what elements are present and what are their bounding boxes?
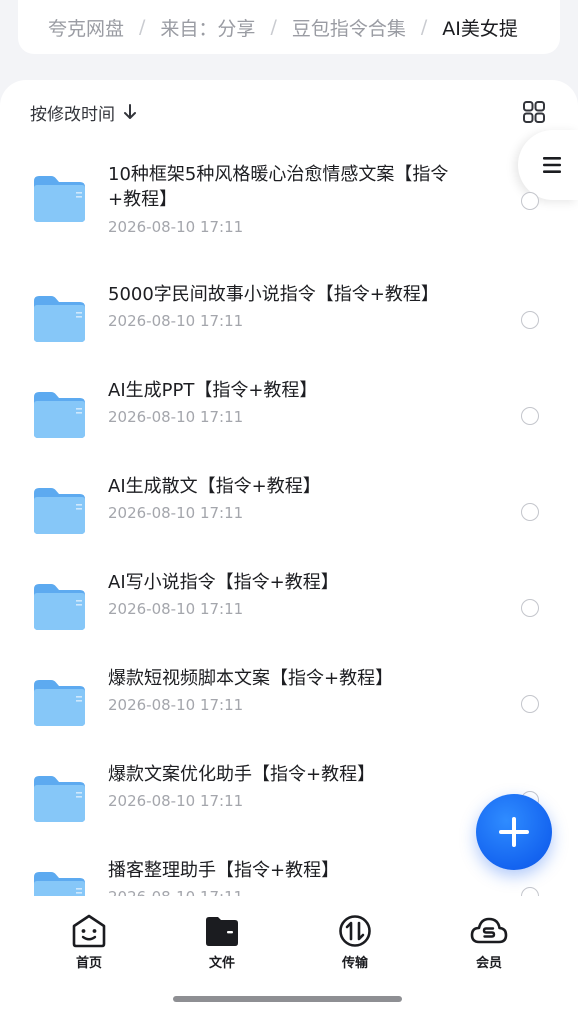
folder-icon [34,176,85,222]
file-list-panel: 按修改时间 10种框架5种风格暖心治愈情感文案【指令+教程】 2026-08-1… [0,80,578,1014]
cloud-s-icon [470,917,508,944]
add-button[interactable] [476,794,552,870]
sort-label: 按修改时间 [30,104,115,125]
list-item[interactable]: AI生成PPT【指令+教程】 2026-08-10 17:11 [0,364,578,460]
grid-view-icon[interactable] [522,100,546,124]
file-date: 2026-08-10 17:11 [108,218,244,236]
tab-transfer-label: 传输 [341,956,368,971]
file-name: AI生成散文【指令+教程】 [108,476,321,497]
folder-filled-icon [206,917,238,946]
file-date: 2026-08-10 17:11 [108,408,244,426]
select-checkbox[interactable] [521,503,539,521]
select-checkbox[interactable] [521,192,539,210]
file-name: 5000字民间故事小说指令【指令+教程】 [108,284,439,305]
home-indicator[interactable] [173,996,402,1002]
file-name: AI写小说指令【指令+教程】 [108,572,339,593]
tab-membership[interactable]: 会员 [449,914,529,974]
tab-files-label: 文件 [208,956,235,971]
select-checkbox[interactable] [521,407,539,425]
tab-transfer[interactable]: 传输 [315,914,395,974]
tab-files[interactable]: 文件 [182,914,262,974]
arrow-down-icon [124,104,136,119]
file-date: 2026-08-10 17:11 [108,312,244,330]
list-item[interactable]: AI写小说指令【指令+教程】 2026-08-10 17:11 [0,556,578,652]
file-name: 播客整理助手【指令+教程】 [108,860,340,881]
breadcrumb-separator: / [139,16,146,38]
breadcrumb-item-collection[interactable]: 豆包指令合集 [292,14,406,41]
folder-icon [34,296,85,342]
breadcrumb: 夸克网盘 / 来自：分享 / 豆包指令合集 / AI美女提 [18,0,560,54]
list-item[interactable]: 10种框架5种风格暖心治愈情感文案【指令+教程】 2026-08-10 17:1… [0,150,578,268]
folder-icon [34,488,85,534]
tab-home-label: 首页 [75,956,102,971]
transfer-arrows-icon [339,915,371,947]
breadcrumb-item-shared[interactable]: 来自：分享 [160,14,255,41]
tab-membership-label: 会员 [475,956,502,971]
plus-icon [499,817,529,847]
tab-home[interactable]: 首页 [49,914,129,974]
smile-face-icon [72,914,106,948]
file-date: 2026-08-10 17:11 [108,600,244,618]
list-item[interactable]: AI生成散文【指令+教程】 2026-08-10 17:11 [0,460,578,556]
quark-drive-file-list: 夸克网盘 / 来自：分享 / 豆包指令合集 / AI美女提 按修改时间 10种框… [0,0,578,1014]
breadcrumb-item-current: AI美女提 [442,17,518,40]
list-item[interactable]: 5000字民间故事小说指令【指令+教程】 2026-08-10 17:11 [0,268,578,364]
select-checkbox[interactable] [521,695,539,713]
file-name: AI生成PPT【指令+教程】 [108,380,318,401]
select-checkbox[interactable] [521,311,539,329]
breadcrumb-separator: / [270,16,277,38]
file-date: 2026-08-10 17:11 [108,504,244,522]
file-name: 10种框架5种风格暖心治愈情感文案【指令+教程】 [108,164,449,210]
folder-icon [34,776,85,822]
folder-icon [34,680,85,726]
folder-icon [34,392,85,438]
file-date: 2026-08-10 17:11 [108,696,244,714]
list-item[interactable]: 爆款短视频脚本文案【指令+教程】 2026-08-10 17:11 [0,652,578,748]
file-name: 爆款短视频脚本文案【指令+教程】 [108,668,394,689]
file-list: 10种框架5种风格暖心治愈情感文案【指令+教程】 2026-08-10 17:1… [0,150,578,900]
folder-icon [34,584,85,630]
sort-button[interactable]: 按修改时间 [30,100,137,125]
select-checkbox[interactable] [521,599,539,617]
file-date: 2026-08-10 17:11 [108,792,244,810]
bottom-tab-bar: 首页 文件 传输 会员 [0,896,578,1014]
file-name: 爆款文案优化助手【指令+教程】 [108,764,376,785]
breadcrumb-item-root[interactable]: 夸克网盘 [48,14,124,41]
breadcrumb-separator: / [420,16,428,38]
